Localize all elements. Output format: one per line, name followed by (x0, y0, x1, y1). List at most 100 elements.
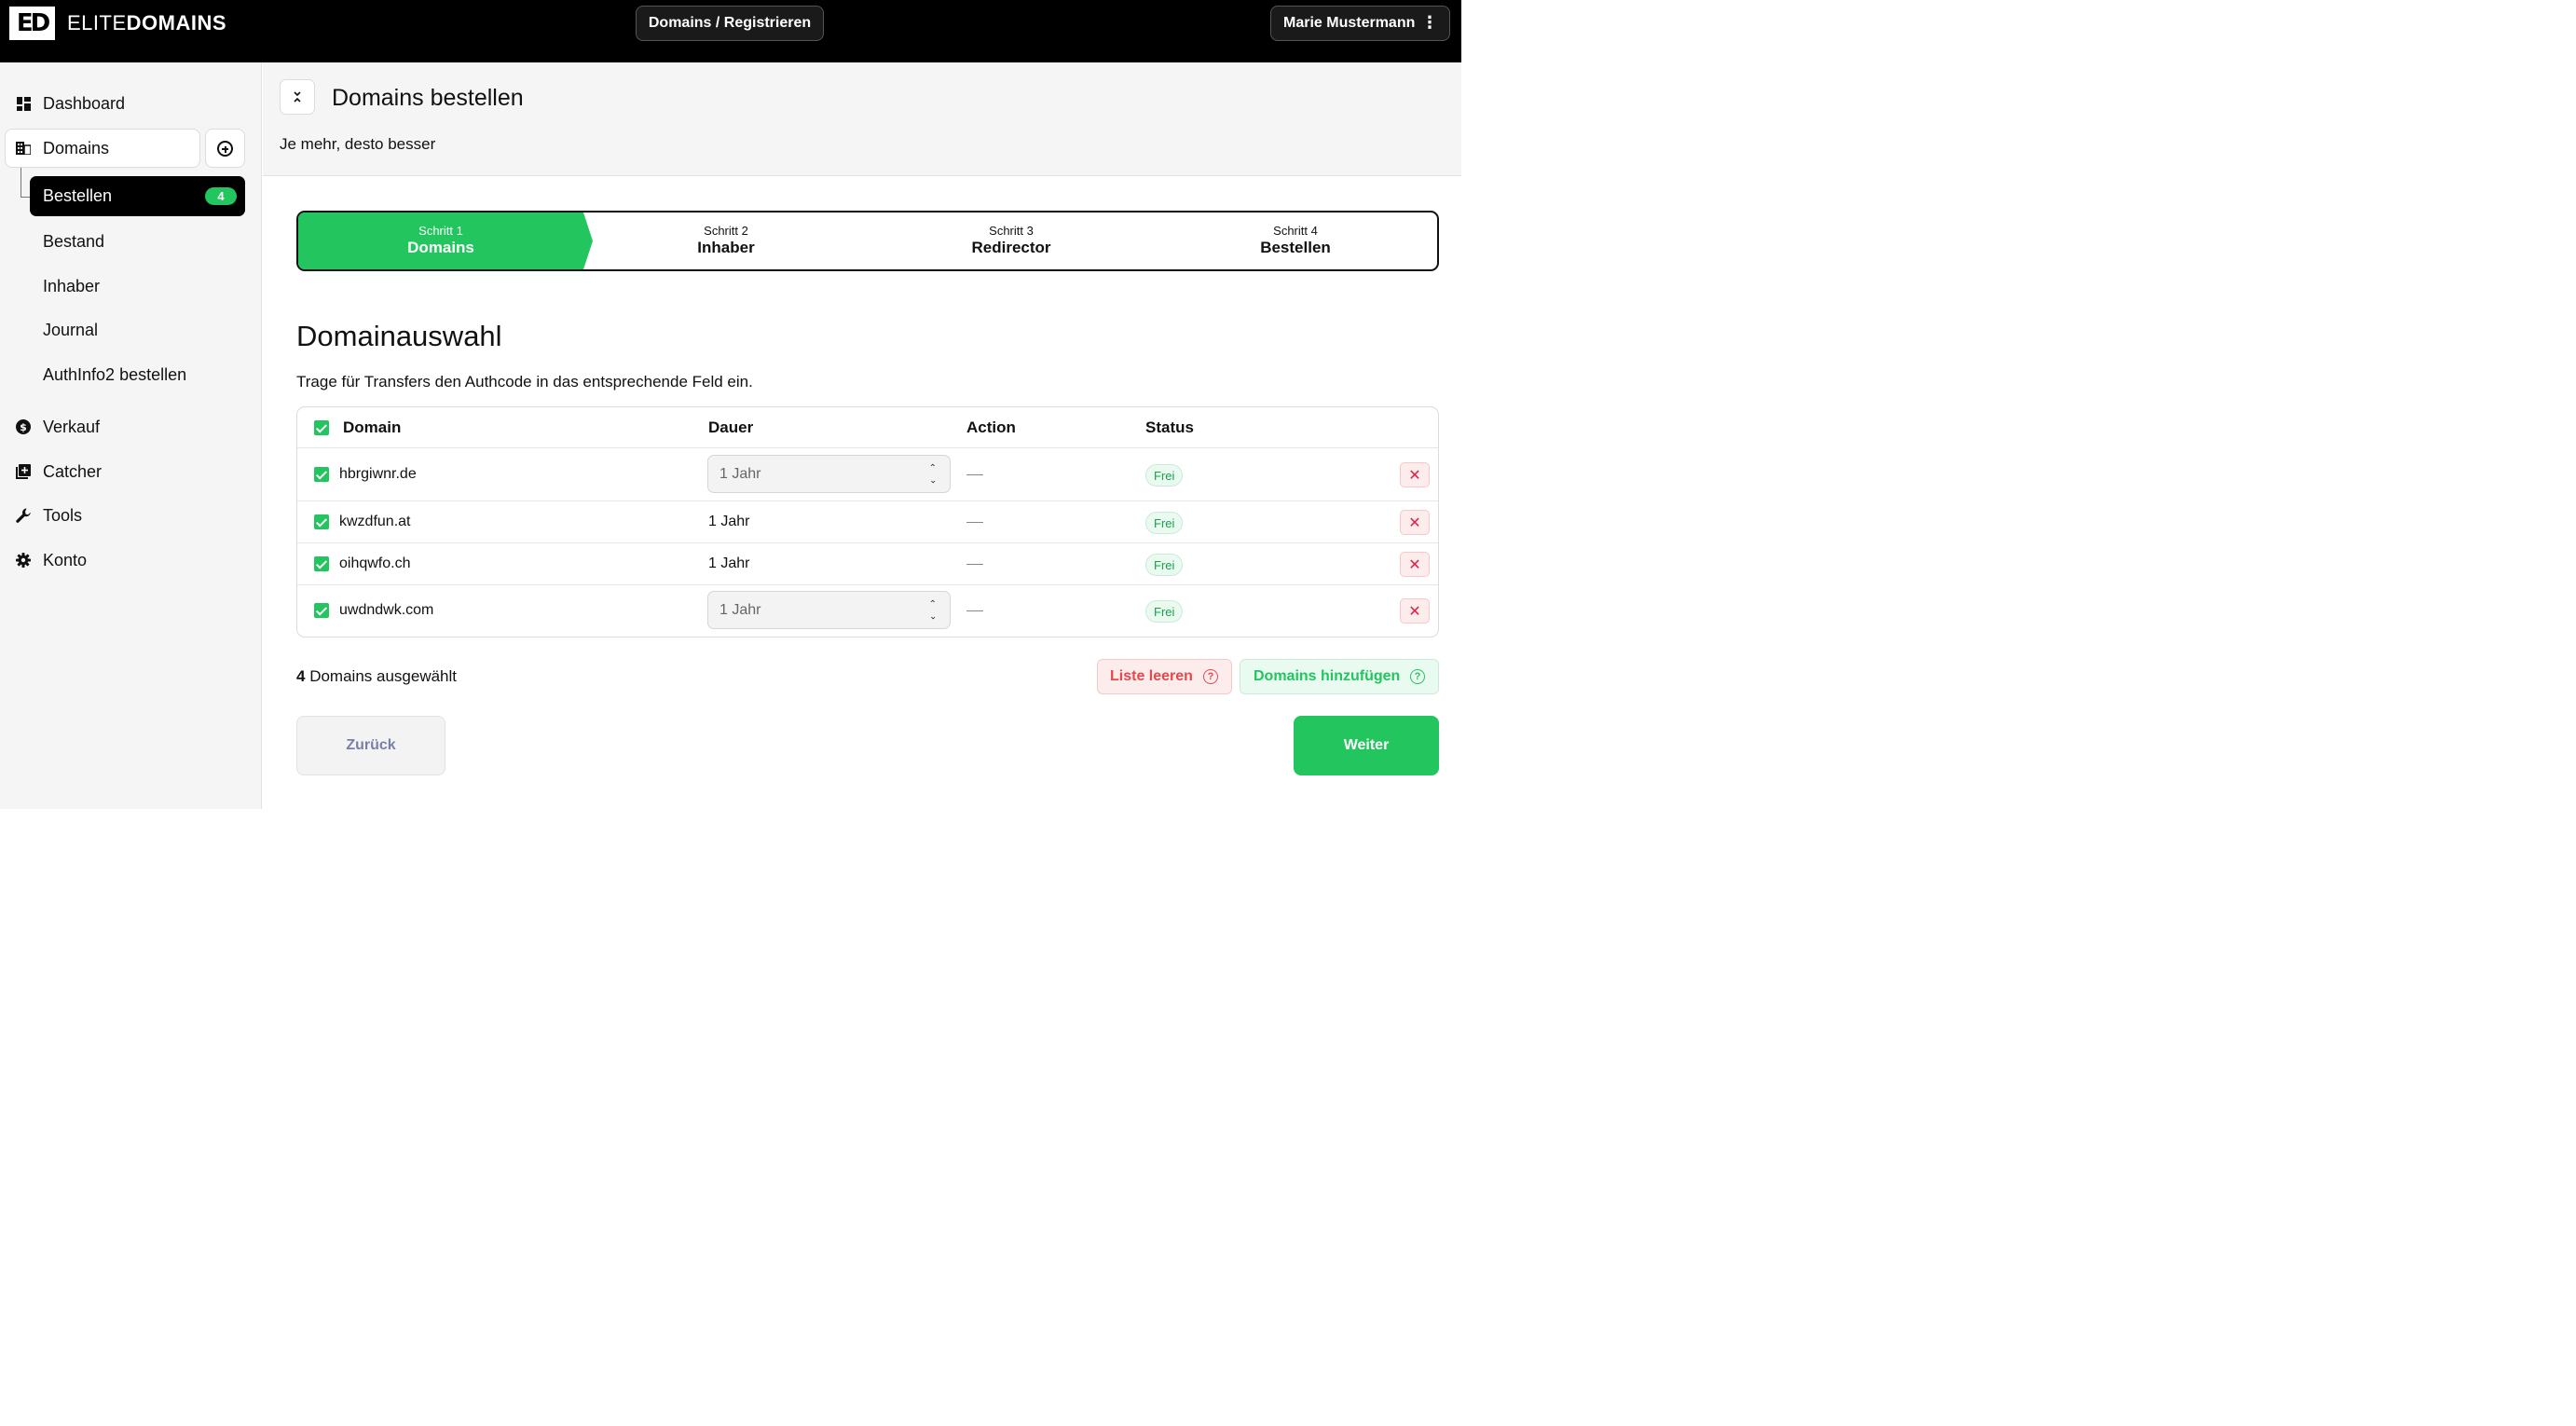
dollar-circle-icon: $ (15, 418, 32, 435)
select-all-checkbox[interactable] (314, 420, 329, 435)
sidebar-item-verkauf[interactable]: $ Verkauf (0, 408, 262, 446)
step-name: Domains (407, 239, 474, 256)
sidebar-item-label: Dashboard (43, 93, 126, 113)
selected-count-number: 4 (296, 667, 306, 685)
step-inhaber[interactable]: Schritt 2 Inhaber (583, 224, 869, 257)
plus-circle-icon (217, 140, 233, 157)
step-number: Schritt 2 (704, 224, 748, 238)
svg-text:$: $ (20, 421, 27, 433)
sidebar-item-bestand[interactable]: Bestand (43, 232, 104, 252)
logo-mark: ED (9, 7, 55, 40)
tree-connector (21, 168, 30, 198)
remove-domain-button[interactable]: ✕ (1400, 598, 1430, 624)
step-redirector[interactable]: Schritt 3 Redirector (869, 224, 1154, 257)
chevron-up-down-icon: ⌃ ⌃ (928, 463, 937, 485)
user-name: Marie Mustermann (1283, 15, 1416, 31)
remove-domain-button[interactable]: ✕ (1400, 552, 1430, 577)
row-checkbox[interactable] (314, 603, 329, 618)
step-name: Inhaber (697, 239, 755, 256)
clear-list-button[interactable]: Liste leeren ? (1097, 659, 1232, 694)
sidebar-item-label: Verkauf (43, 417, 101, 436)
sidebar-item-dashboard[interactable]: Dashboard (0, 85, 262, 122)
sidebar: Dashboard Domains Bestellen 4 Bestand In… (0, 62, 262, 809)
add-domain-button[interactable] (205, 129, 245, 168)
column-header-status[interactable]: Status (1145, 418, 1194, 437)
domain-name: oihqwfo.ch (339, 555, 411, 571)
row-checkbox[interactable] (314, 467, 329, 482)
sidebar-item-label: Tools (43, 505, 83, 525)
library-add-icon (15, 463, 32, 480)
next-button[interactable]: Weiter (1294, 716, 1439, 775)
row-divider (297, 500, 1438, 501)
remove-domain-button[interactable]: ✕ (1400, 462, 1430, 487)
action-empty-dash (966, 474, 983, 475)
status-badge: Frei (1145, 464, 1184, 487)
sidebar-item-authinfo[interactable]: AuthInfo2 bestellen (43, 365, 186, 385)
top-bar: ED ELITEDOMAINS Domains / Registrieren M… (0, 0, 1461, 62)
step-domains[interactable]: Schritt 1 Domains (298, 224, 583, 257)
gear-icon (15, 552, 32, 569)
user-menu-button[interactable]: Marie Mustermann ⋮ (1270, 6, 1450, 41)
duration-select[interactable]: 1 Jahr ⌃ ⌃ (707, 591, 951, 629)
sidebar-item-inhaber[interactable]: Inhaber (43, 277, 100, 296)
page-header: Domains bestellen Je mehr, desto besser (263, 62, 1461, 176)
section-title: Domainauswahl (296, 320, 502, 352)
dashboard-icon (15, 95, 32, 112)
column-header-action[interactable]: Action (966, 418, 1016, 437)
sidebar-item-domains[interactable]: Domains (0, 130, 200, 167)
close-icon: ✕ (1408, 514, 1421, 531)
sidebar-item-label: Konto (43, 550, 88, 569)
status-badge: Frei (1145, 512, 1184, 534)
selected-count-label: Domains ausgewählt (309, 667, 458, 685)
duration-value: 1 Jahr (719, 601, 761, 618)
add-domains-label: Domains hinzufügen (1254, 668, 1401, 684)
sidebar-item-label: Domains (43, 138, 110, 158)
sidebar-item-konto[interactable]: Konto (0, 542, 262, 579)
column-header-domain[interactable]: Domain (343, 418, 401, 437)
duration-select[interactable]: 1 Jahr ⌃ ⌃ (707, 455, 951, 493)
section-description: Trage für Transfers den Authcode in das … (296, 373, 753, 391)
action-empty-dash (966, 564, 983, 565)
remove-domain-button[interactable]: ✕ (1400, 510, 1430, 535)
step-bestellen[interactable]: Schritt 4 Bestellen (1153, 224, 1437, 257)
row-checkbox[interactable] (314, 514, 329, 529)
step-number: Schritt 1 (418, 224, 463, 238)
sidebar-item-catcher[interactable]: Catcher (0, 453, 262, 490)
sidebar-item-bestellen[interactable]: Bestellen 4 (30, 176, 245, 216)
duration-value: 1 Jahr (708, 555, 750, 571)
row-checkbox[interactable] (314, 556, 329, 571)
collapse-icon (293, 91, 302, 103)
sidebar-item-label: Catcher (43, 461, 103, 481)
chevron-up-down-icon: ⌃ ⌃ (928, 599, 937, 621)
logo-text: ELITEDOMAINS (67, 11, 227, 34)
sidebar-item-journal[interactable]: Journal (43, 321, 98, 340)
more-vertical-icon: ⋮ (1421, 13, 1438, 32)
help-circle-icon: ? (1203, 669, 1218, 684)
duration-value: 1 Jahr (719, 465, 761, 482)
back-button[interactable]: Zurück (296, 716, 445, 775)
action-empty-dash (966, 610, 983, 611)
row-divider (297, 542, 1438, 543)
elitedomains-logo[interactable]: ED ELITEDOMAINS (9, 7, 226, 40)
sidebar-item-tools[interactable]: Tools (0, 497, 262, 534)
close-icon: ✕ (1408, 603, 1421, 620)
domains-register-button[interactable]: Domains / Registrieren (636, 6, 824, 41)
help-circle-icon: ? (1410, 669, 1425, 684)
wrench-icon (15, 507, 32, 524)
selected-count: 4 Domains ausgewählt (296, 667, 457, 686)
sidebar-item-label: Bestellen (43, 186, 113, 205)
step-number: Schritt 3 (989, 224, 1034, 238)
domain-table: Domain Dauer Action Status hbrgiwnr.de 1… (296, 406, 1439, 638)
collapse-toggle-button[interactable] (280, 79, 315, 115)
domain-name: uwdndwk.com (339, 602, 434, 618)
column-header-dauer[interactable]: Dauer (708, 418, 753, 437)
order-stepper: Schritt 1 Domains Schritt 2 Inhaber Schr… (296, 211, 1439, 271)
row-divider (297, 447, 1438, 448)
step-name: Redirector (971, 239, 1051, 256)
building-icon (15, 140, 32, 157)
step-name: Bestellen (1260, 239, 1331, 256)
domain-name: kwzdfun.at (339, 514, 411, 529)
add-domains-button[interactable]: Domains hinzufügen ? (1240, 659, 1439, 694)
page-title: Domains bestellen (332, 85, 524, 111)
row-divider (297, 584, 1438, 585)
